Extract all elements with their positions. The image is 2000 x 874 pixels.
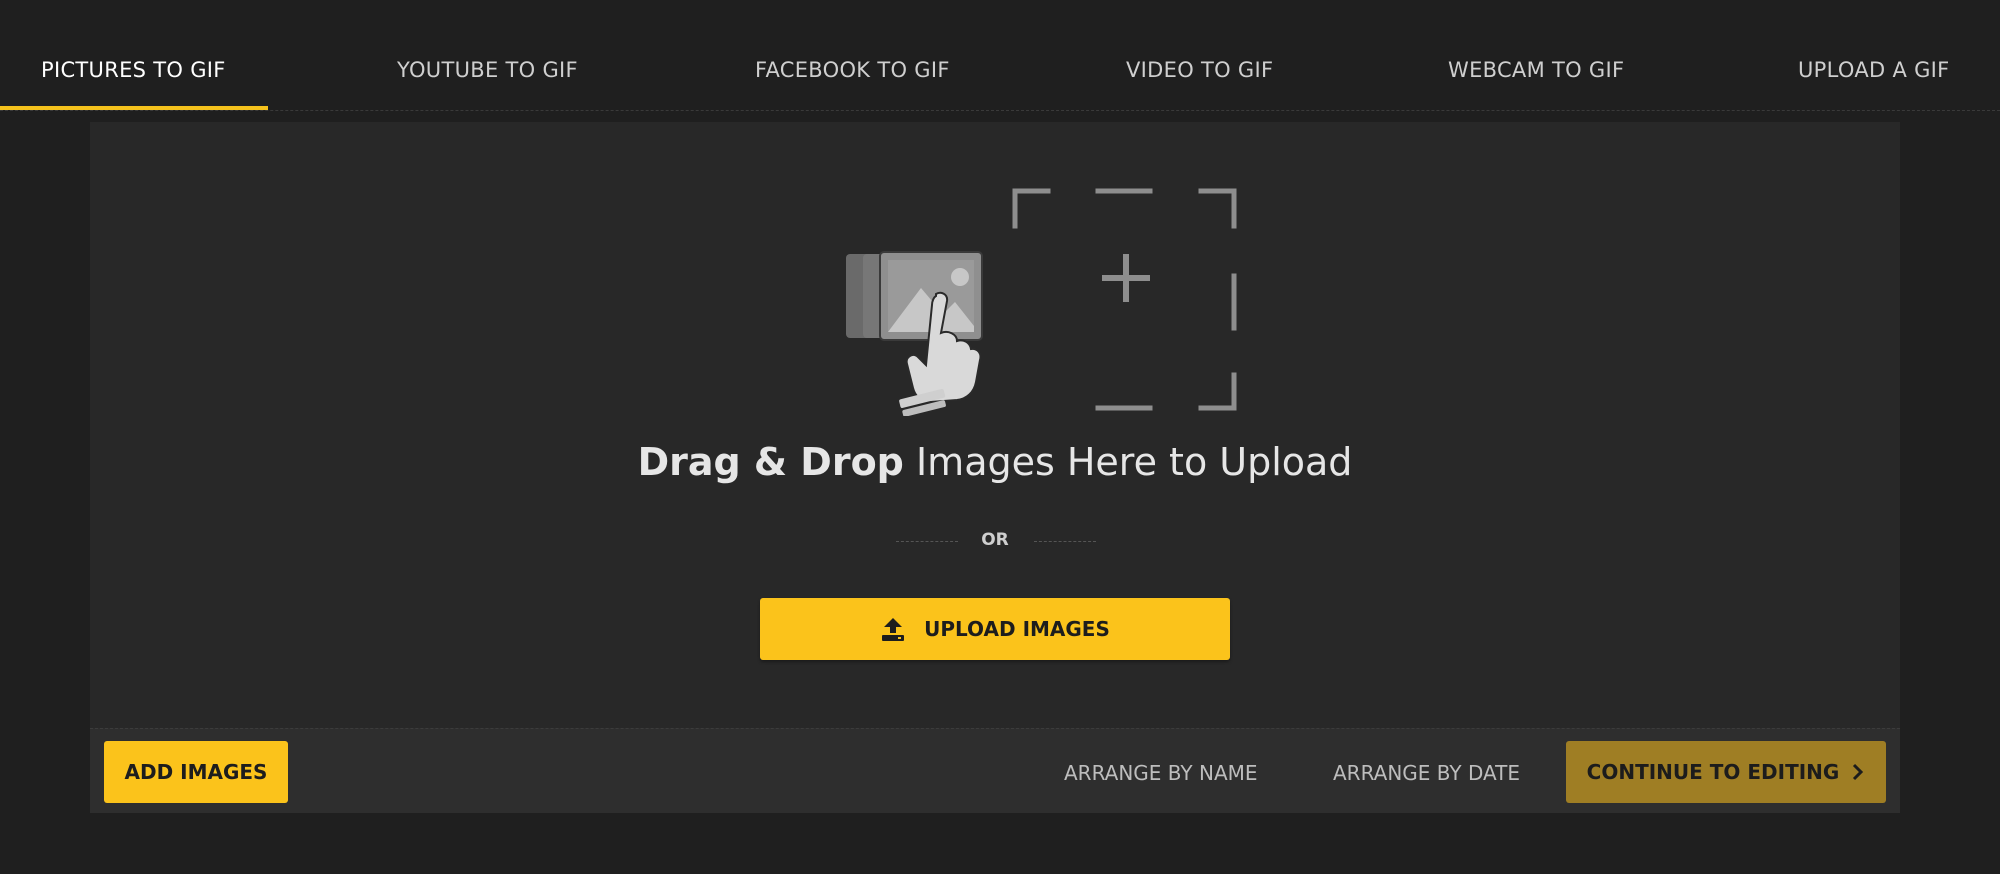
or-text: OR — [981, 530, 1009, 550]
tab-bar: PICTURES TO GIF YOUTUBE TO GIF FACEBOOK … — [0, 0, 2000, 111]
or-line-right — [1034, 541, 1096, 542]
upload-icon — [882, 618, 905, 641]
upload-images-button[interactable]: UPLOAD IMAGES — [760, 598, 1230, 660]
arrange-by-date-button[interactable]: ARRANGE BY DATE — [1333, 761, 1520, 785]
tab-pictures-to-gif[interactable]: PICTURES TO GIF — [41, 58, 226, 82]
tab-webcam-to-gif[interactable]: WEBCAM TO GIF — [1448, 58, 1624, 82]
active-tab-indicator — [0, 106, 268, 110]
page: PICTURES TO GIF YOUTUBE TO GIF FACEBOOK … — [0, 0, 2000, 874]
drop-heading-rest: Images Here to Upload — [903, 440, 1353, 484]
drag-drop-images-icon — [846, 188, 1237, 416]
tab-video-to-gif[interactable]: VIDEO TO GIF — [1126, 58, 1273, 82]
or-divider: OR — [90, 530, 1900, 554]
add-images-button[interactable]: ADD IMAGES — [104, 741, 288, 803]
arrange-by-name-button[interactable]: ARRANGE BY NAME — [1064, 761, 1258, 785]
upload-panel[interactable]: Drag & Drop Images Here to Upload OR UPL… — [90, 122, 1900, 813]
or-line-left — [896, 541, 958, 542]
tab-facebook-to-gif[interactable]: FACEBOOK TO GIF — [755, 58, 950, 82]
continue-to-editing-button[interactable]: CONTINUE TO EDITING — [1566, 741, 1886, 803]
drop-heading-strong: Drag & Drop — [637, 440, 904, 484]
tab-upload-a-gif[interactable]: UPLOAD A GIF — [1798, 58, 1950, 82]
tab-youtube-to-gif[interactable]: YOUTUBE TO GIF — [397, 58, 578, 82]
upload-images-label: UPLOAD IMAGES — [924, 617, 1110, 641]
chevron-right-icon — [1853, 763, 1864, 781]
bottom-toolbar: ADD IMAGES ARRANGE BY NAME ARRANGE BY DA… — [90, 728, 1900, 813]
drop-heading: Drag & Drop Images Here to Upload — [90, 440, 1900, 484]
continue-to-editing-label: CONTINUE TO EDITING — [1586, 760, 1840, 784]
